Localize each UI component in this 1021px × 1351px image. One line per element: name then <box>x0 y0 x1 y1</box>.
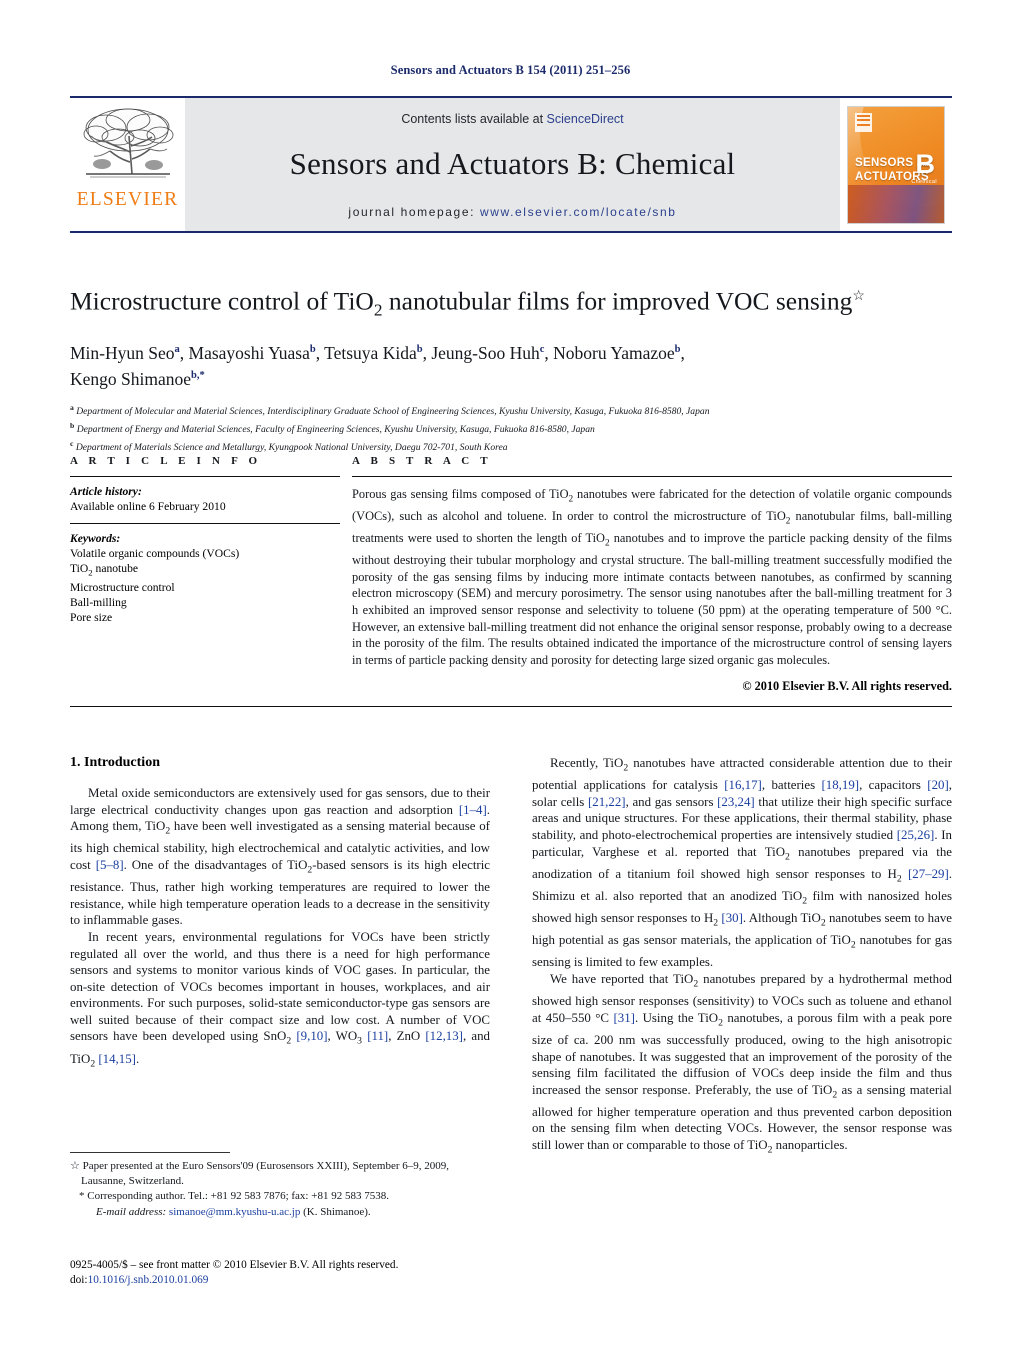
intro-paragraph-1: Metal oxide semiconductors are extensive… <box>70 786 490 928</box>
sciencedirect-link[interactable]: ScienceDirect <box>547 112 624 126</box>
author-line-2: Kengo Shimanoeb,* <box>70 369 205 390</box>
abstract-text: Porous gas sensing films composed of TiO… <box>352 487 952 667</box>
column-gap <box>340 455 352 694</box>
affiliation-c-text: Department of Materials Science and Meta… <box>75 441 508 453</box>
abstract-column: A B S T R A C T Porous gas sensing films… <box>352 455 952 694</box>
footnote-star: ☆ Paper presented at the Euro Sensors'09… <box>70 1160 450 1187</box>
journal-homepage-line: journal homepage: www.elsevier.com/locat… <box>348 205 676 219</box>
affiliation-c: c Department of Materials Science and Me… <box>70 438 508 453</box>
email-owner: (K. Shimanoe). <box>303 1205 371 1218</box>
email-label: E-mail address: <box>96 1205 167 1218</box>
contents-available-line: Contents lists available at ScienceDirec… <box>401 112 623 126</box>
cover-series-subtitle: Chemical <box>911 178 937 185</box>
title-part2: nanotubular films for improved VOC sensi… <box>382 286 853 316</box>
cover-line1: SENSORS <box>855 156 914 169</box>
intro-paragraph-3: Recently, TiO2 nanotubes have attracted … <box>532 756 953 970</box>
article-history-value: Available online 6 February 2010 <box>70 499 226 513</box>
footnote-block: ☆ Paper presented at the Euro Sensors'09… <box>70 1152 490 1219</box>
cover-artwork: SENSORS and ACTUATORS B Chemical <box>847 105 945 224</box>
affiliation-list: a Department of Molecular and Material S… <box>70 401 952 454</box>
affiliation-b-text: Department of Energy and Material Scienc… <box>76 424 595 436</box>
citation-link: [1–4] <box>458 802 487 817</box>
imprint-block: 0925-4005/$ – see front matter © 2010 El… <box>70 1258 500 1288</box>
sciencedirect-badge-icon <box>855 112 872 132</box>
imprint-doi: doi:10.1016/j.snb.2010.01.069 <box>70 1273 500 1288</box>
running-head: Sensors and Actuators B 154 (2011) 251–2… <box>390 63 631 77</box>
body-columns: 1. Introduction Metal oxide semiconducto… <box>70 755 952 1159</box>
title-part1: Microstructure control of TiO <box>70 286 374 316</box>
article-info-column: A R T I C L E I N F O Article history: A… <box>70 455 340 694</box>
citation-link: [12,13] <box>425 1029 463 1044</box>
journal-cover-thumbnail: SENSORS and ACTUATORS B Chemical <box>840 98 952 231</box>
homepage-prefix: journal homepage: <box>348 205 480 219</box>
title-footnote-marker: ☆ <box>852 289 865 304</box>
body-left-column: 1. Introduction Metal oxide semiconducto… <box>70 755 490 1159</box>
abstract-copyright: © 2010 Elsevier B.V. All rights reserved… <box>742 679 952 694</box>
citation-link: [5–8] <box>95 857 124 872</box>
footnote-rule <box>70 1152 230 1153</box>
citation-link: [30] <box>721 911 743 926</box>
citation-link: [20] <box>927 778 949 793</box>
citation-link: [18,19] <box>821 778 860 793</box>
section-heading-introduction: 1. Introduction <box>70 755 160 770</box>
citation-link: [23,24] <box>717 794 755 809</box>
citation-link: [11] <box>367 1029 389 1044</box>
keyword-item: Microstructure control <box>70 581 175 595</box>
title-subscript: 2 <box>373 300 383 320</box>
citation-link: [25,26] <box>896 827 935 842</box>
paper-page: Sensors and Actuators B 154 (2011) 251–2… <box>0 0 1021 1351</box>
journal-band: Contents lists available at ScienceDirec… <box>185 98 840 231</box>
affiliation-b: b Department of Energy and Material Scie… <box>70 420 595 436</box>
citation-link: [16,17] <box>724 778 762 793</box>
keywords-label: Keywords: <box>70 532 121 545</box>
footnote-corresponding-author: * Corresponding author. Tel.: +81 92 583… <box>79 1190 389 1202</box>
affiliation-a-text: Department of Molecular and Material Sci… <box>76 406 710 418</box>
keyword-item: Ball-milling <box>70 596 127 610</box>
doi-label: doi: <box>70 1274 88 1286</box>
info-abstract-block: A R T I C L E I N F O Article history: A… <box>70 455 952 708</box>
cover-bottom-band <box>848 184 944 223</box>
citation-link: [9,10] <box>296 1029 328 1044</box>
keyword-item: TiO2 nanotube <box>70 562 139 578</box>
imprint-front-matter: 0925-4005/$ – see front matter © 2010 El… <box>70 1259 399 1271</box>
footnote-email: E-mail address: simanoe@mm.kyushu-u.ac.j… <box>70 1205 490 1220</box>
citation-link: [27–29] <box>907 866 949 881</box>
citation-link: [21,22] <box>587 794 626 809</box>
contents-prefix: Contents lists available at <box>401 112 547 126</box>
citation-link: [14,15] <box>98 1051 136 1066</box>
affiliation-a: a Department of Molecular and Material S… <box>70 403 710 418</box>
abstract-rule-bottom <box>70 706 952 708</box>
abstract-heading: A B S T R A C T <box>352 455 492 467</box>
elsevier-tree-icon <box>83 108 173 178</box>
article-info-heading: A R T I C L E I N F O <box>70 455 262 467</box>
email-address-link[interactable]: simanoe@mm.kyushu-u.ac.jp <box>169 1206 300 1218</box>
paper-title: Microstructure control of TiO2 nanotubul… <box>70 282 952 326</box>
elsevier-logo: ELSEVIER <box>70 98 185 231</box>
keywords-block: Keywords: Volatile organic compounds (VO… <box>70 524 340 625</box>
elsevier-wordmark: ELSEVIER <box>76 189 179 210</box>
title-block: Microstructure control of TiO2 nanotubul… <box>70 282 952 454</box>
journal-masthead: ELSEVIER Contents lists available at Sci… <box>70 96 952 233</box>
keyword-item: Pore size <box>70 611 113 625</box>
intro-paragraph-4: We have reported that TiO2 nanotubes pre… <box>532 972 953 1156</box>
cover-series-letter: B <box>915 148 936 179</box>
homepage-url-link[interactable]: www.elsevier.com/locate/snb <box>480 205 677 219</box>
citation-link: [31] <box>613 1010 635 1025</box>
author-list: Min-Hyun Seoa, Masayoshi Yuasab, Tetsuya… <box>70 338 952 392</box>
body-column-gap <box>490 755 532 1159</box>
journal-title: Sensors and Actuators B: Chemical <box>289 146 736 181</box>
intro-paragraph-2: In recent years, environmental regulatio… <box>70 929 490 1070</box>
body-right-column: Recently, TiO2 nanotubes have attracted … <box>532 755 952 1159</box>
keyword-item: Volatile organic compounds (VOCs) <box>70 547 240 560</box>
doi-link[interactable]: 10.1016/j.snb.2010.01.069 <box>88 1274 209 1286</box>
author-line-1: Min-Hyun Seoa, Masayoshi Yuasab, Tetsuya… <box>70 342 685 363</box>
article-history: Article history: Available online 6 Febr… <box>70 477 340 514</box>
article-history-label: Article history: <box>70 485 142 498</box>
